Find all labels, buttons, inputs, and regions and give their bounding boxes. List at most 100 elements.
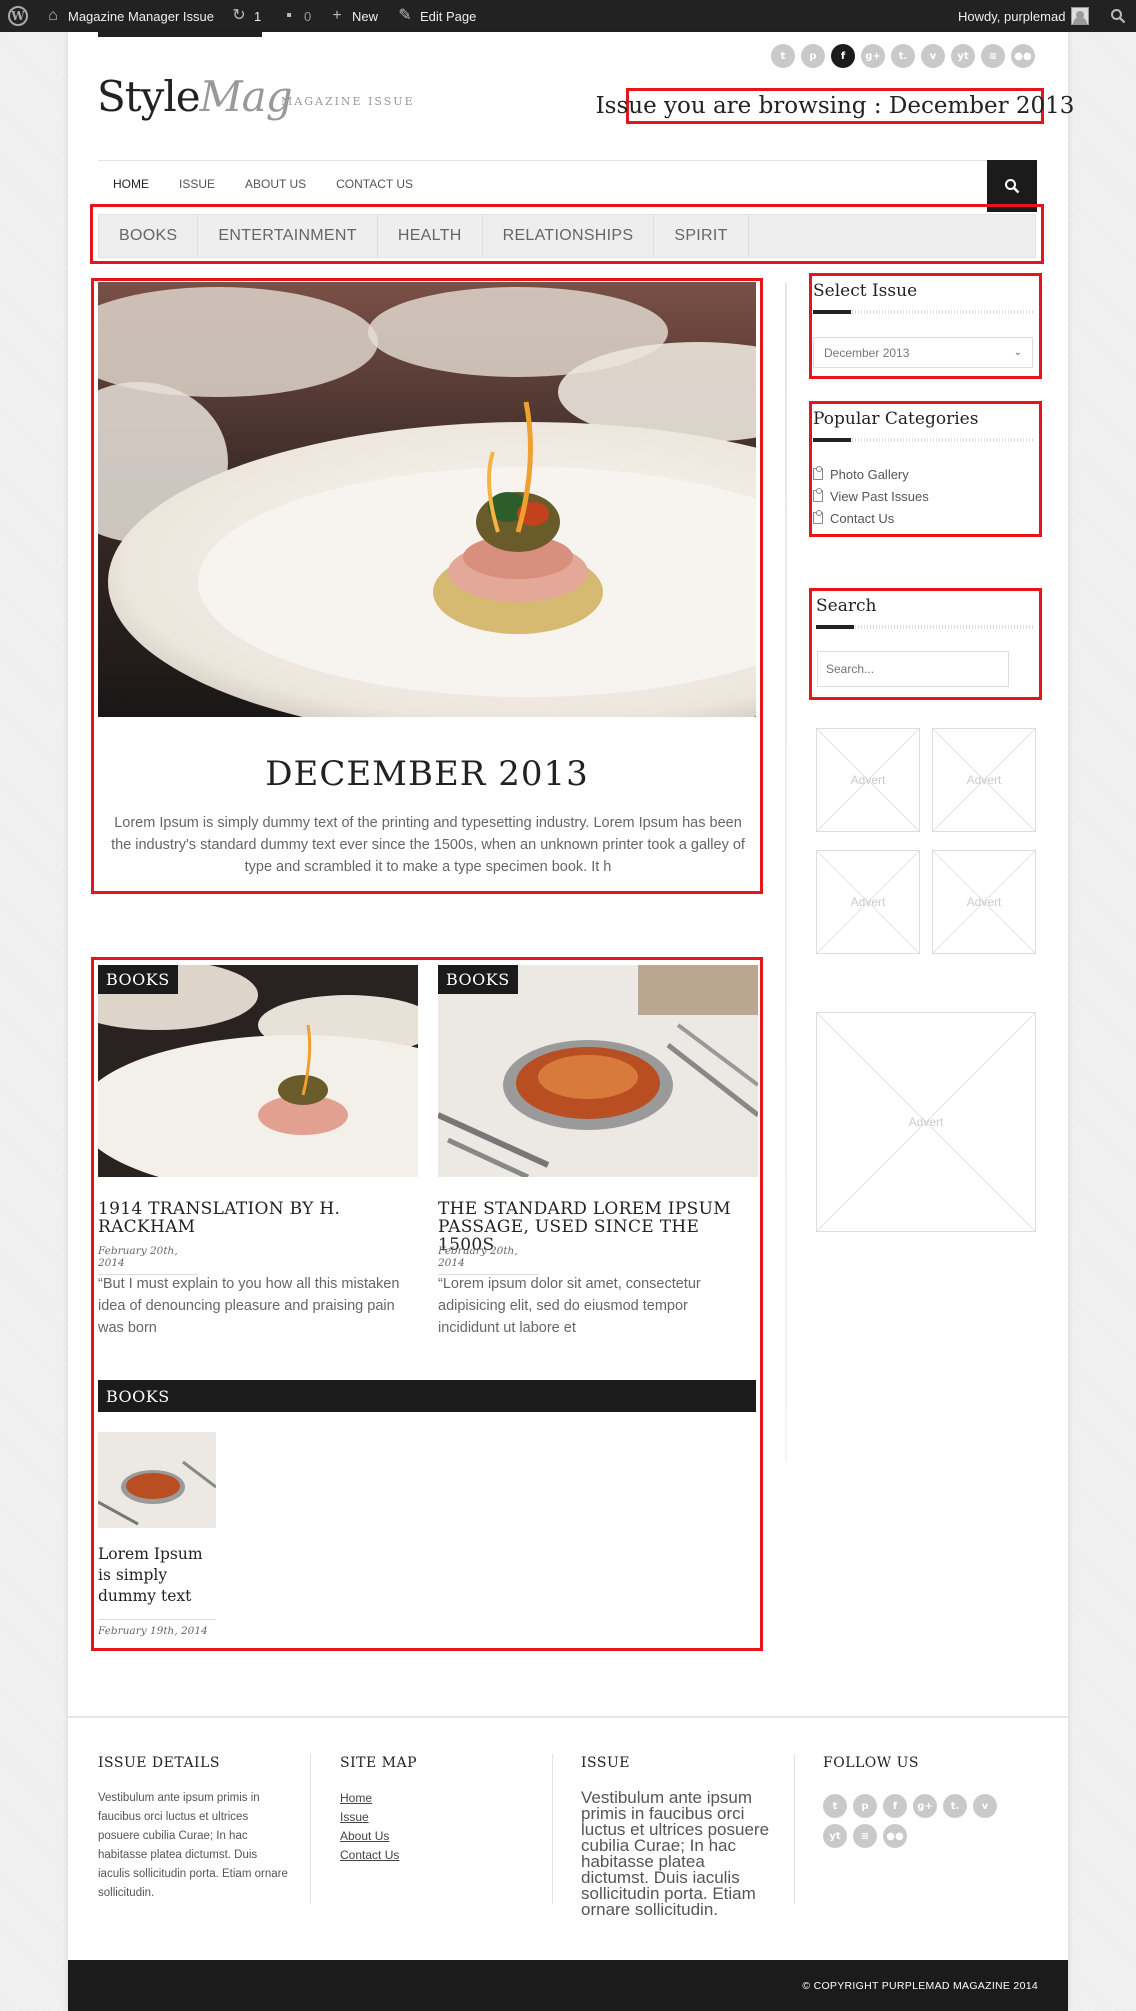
facebook-icon[interactable]: f [883, 1794, 907, 1818]
comments-link[interactable]: ▪ 0 [280, 0, 311, 32]
search-widget-title: Search [816, 596, 877, 616]
category-entertainment[interactable]: ENTERTAINMENT [198, 215, 378, 257]
updates-link[interactable]: ↻ 1 [230, 0, 261, 32]
nav-item-contact-us[interactable]: CONTACT US [321, 177, 428, 191]
copyright-bar: © COPYRIGHT PURPLEMAD MAGAZINE 2014 [68, 1960, 1068, 2011]
nav-item-about-us[interactable]: ABOUT US [230, 177, 321, 191]
logo-accent-text: Mag [199, 72, 293, 121]
category-spirit[interactable]: SPIRIT [654, 215, 749, 257]
google-plus-icon[interactable]: g+ [861, 44, 885, 68]
post-image-1[interactable]: BOOKS [98, 965, 418, 1177]
popular-categories-title: Popular Categories [813, 409, 979, 429]
post-excerpt-1: “But I must explain to you how all this … [98, 1276, 400, 1336]
post-image-2[interactable]: BOOKS [438, 965, 758, 1177]
footer-link-about-us[interactable]: About Us [340, 1827, 399, 1846]
flickr-icon[interactable]: ●● [883, 1824, 907, 1848]
category-health[interactable]: HEALTH [378, 215, 483, 257]
site-tagline: MAGAZINE ISSUE [281, 95, 415, 108]
avatar [1071, 7, 1090, 25]
nav-item-issue[interactable]: ISSUE [164, 177, 230, 191]
post-tag-1[interactable]: BOOKS [98, 965, 178, 994]
advert-slot-large[interactable]: Advert [816, 1012, 1036, 1232]
post-title-1[interactable]: 1914 TRANSLATION BY H. RACKHAM [98, 1200, 418, 1236]
footer-site-map-links: Home Issue About Us Contact Us [340, 1789, 399, 1865]
category-link-label: Contact Us [830, 510, 895, 526]
nav-divider [98, 160, 1038, 161]
home-icon: ⌂ [48, 7, 58, 24]
advert-slot-3[interactable]: Advert [816, 850, 920, 954]
site-name-link[interactable]: ⌂ Magazine Manager Issue [44, 0, 214, 32]
category-link-view-past-issues[interactable]: View Past Issues [813, 485, 929, 507]
howdy-label: Howdy, purplemad [958, 8, 1066, 24]
pinterest-icon[interactable]: p [801, 44, 825, 68]
advert-slot-2[interactable]: Advert [932, 728, 1036, 832]
footer-issue-text: Vestibulum ante ipsum primis in faucibus… [581, 1788, 770, 1919]
books-section-title[interactable]: BOOKS [98, 1380, 756, 1412]
new-content-link[interactable]: + New [328, 0, 378, 32]
tumblr-icon[interactable]: t. [943, 1794, 967, 1818]
widget-underline [813, 310, 1035, 314]
facebook-icon[interactable]: f [831, 44, 855, 68]
post-date-2: February 20th, 2014 [438, 1245, 538, 1275]
sidebar-search-input[interactable] [817, 651, 1009, 687]
wordpress-logo-icon: W [8, 6, 28, 26]
footer-separator [310, 1754, 311, 1904]
site-logo[interactable]: StyleMag [97, 72, 293, 121]
featured-title[interactable]: DECEMBER 2013 [98, 754, 756, 794]
issue-browsing-indicator: Issue you are browsing : December 2013 [596, 88, 1074, 124]
comments-count: 0 [304, 8, 312, 24]
footer-link-issue[interactable]: Issue [340, 1808, 399, 1827]
post-tag-2[interactable]: BOOKS [438, 965, 518, 994]
google-plus-icon[interactable]: g+ [913, 1794, 937, 1818]
edit-page-link[interactable]: ✎ Edit Page [396, 0, 476, 32]
featured-image[interactable] [98, 282, 756, 717]
pencil-icon: ✎ [398, 7, 412, 24]
featured-text: Lorem Ipsum is simply dummy text of the … [111, 815, 745, 875]
site-name-label: Magazine Manager Issue [68, 8, 214, 24]
rss-icon[interactable]: ≋ [981, 44, 1005, 68]
widget-underline [816, 625, 1034, 629]
page-container: t p f g+ t. v yt ≋ ●● StyleMag MAGAZINE ISSUE Is… [68, 32, 1074, 2011]
category-relationships[interactable]: RELATIONSHIPS [483, 215, 655, 257]
twitter-icon[interactable]: t [823, 1794, 847, 1818]
category-books[interactable]: BOOKS [99, 215, 199, 257]
twitter-icon[interactable]: t [771, 44, 795, 68]
advert-label: Advert [850, 895, 886, 909]
widget-underline [813, 438, 1035, 442]
advert-slot-4[interactable]: Advert [932, 850, 1036, 954]
footer-link-home[interactable]: Home [340, 1789, 399, 1808]
account-menu[interactable]: Howdy, purplemad [958, 0, 1090, 32]
books-item-title[interactable]: Lorem Ipsum is simply dummy text [98, 1544, 216, 1607]
category-link-photo-gallery[interactable]: Photo Gallery [813, 463, 929, 485]
popular-categories-list: Photo Gallery View Past Issues Contact U… [813, 463, 929, 529]
advert-slot-1[interactable]: Advert [816, 728, 920, 832]
footer-link-contact-us[interactable]: Contact Us [340, 1846, 399, 1865]
wordpress-menu[interactable]: W [8, 0, 28, 32]
chevron-down-icon: ⌄ [1013, 347, 1022, 358]
rss-icon[interactable]: ≋ [853, 1824, 877, 1848]
vimeo-icon[interactable]: v [973, 1794, 997, 1818]
footer-social-icons: t p f g+ t. v yt ≋ ●● [823, 1794, 1013, 1848]
youtube-icon[interactable]: yt [823, 1824, 847, 1848]
footer-issue-details-title: ISSUE DETAILS [98, 1755, 220, 1771]
footer-site-map-title: SITE MAP [340, 1755, 417, 1771]
updates-count: 1 [254, 8, 262, 24]
flickr-icon[interactable]: ●● [1011, 44, 1035, 68]
post-date-1: February 20th, 2014 [98, 1245, 198, 1275]
admin-bar: W ⌂ Magazine Manager Issue ↻ 1 ▪ 0 + New… [0, 0, 1136, 32]
category-link-contact-us[interactable]: Contact Us [813, 507, 929, 529]
top-accent-tab [98, 32, 262, 37]
vimeo-icon[interactable]: v [921, 44, 945, 68]
footer-divider [68, 1716, 1068, 1718]
books-item-image[interactable] [98, 1432, 216, 1528]
books-item-date: February 19th, 2014 [98, 1619, 216, 1642]
tumblr-icon[interactable]: t. [891, 44, 915, 68]
advert-label: Advert [966, 773, 1002, 787]
admin-search-button[interactable] [1110, 0, 1126, 32]
document-icon [813, 466, 823, 480]
nav-item-home[interactable]: HOME [98, 177, 164, 191]
footer-follow-us-title: FOLLOW US [823, 1755, 919, 1771]
issue-select[interactable]: December 2013 ⌄ [813, 337, 1033, 368]
pinterest-icon[interactable]: p [853, 1794, 877, 1818]
youtube-icon[interactable]: yt [951, 44, 975, 68]
